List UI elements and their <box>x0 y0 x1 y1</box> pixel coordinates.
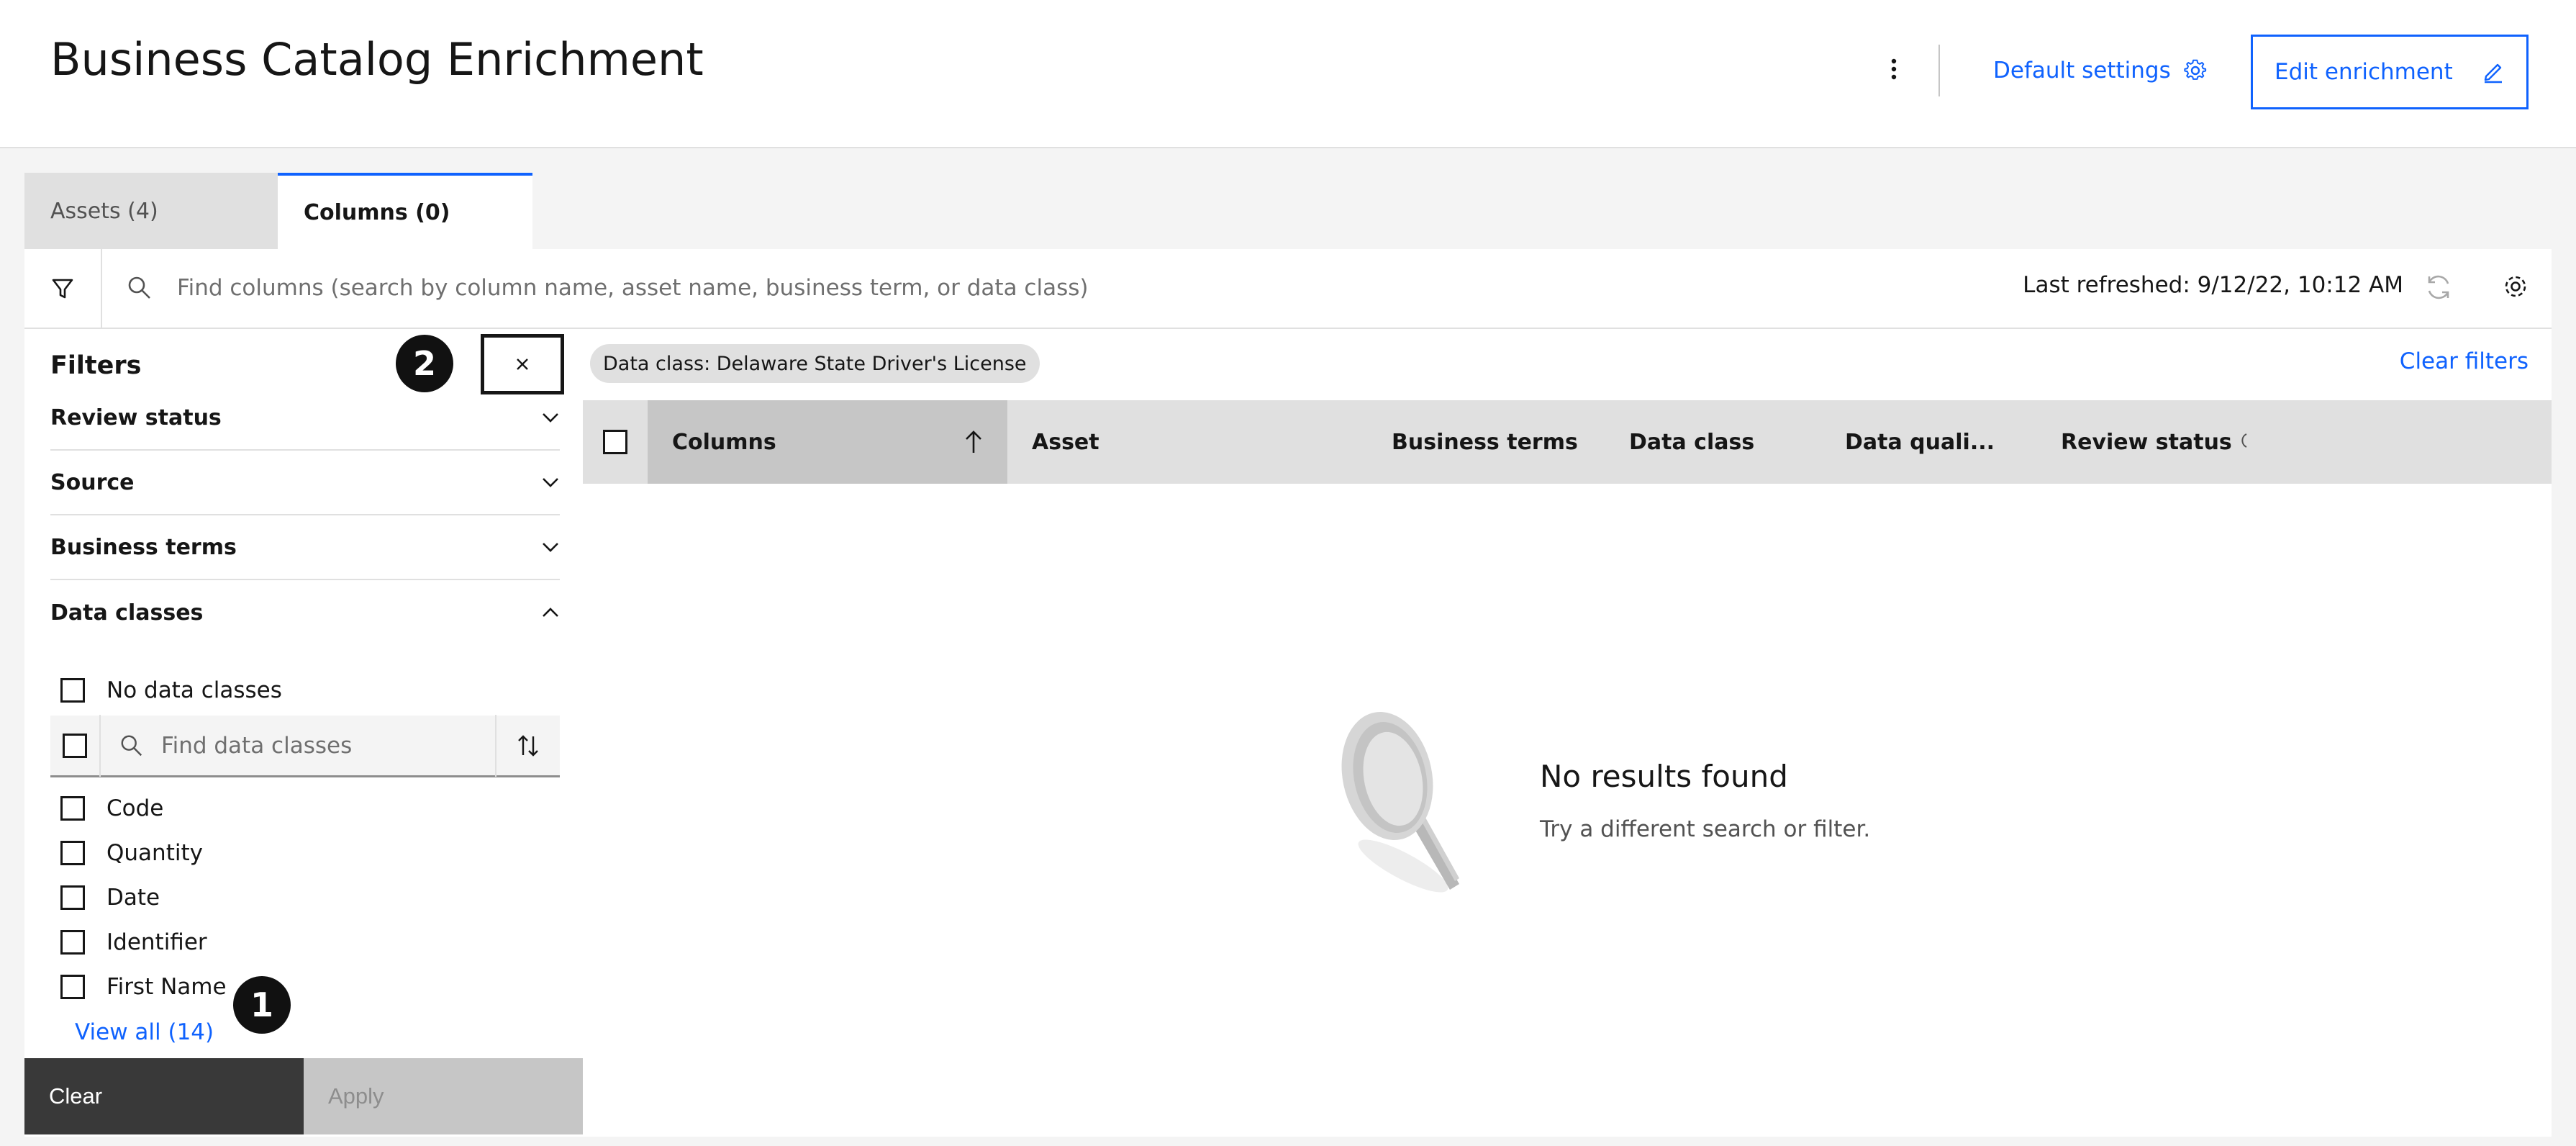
column-header-label: Columns <box>672 429 776 455</box>
info-icon <box>2241 433 2247 448</box>
column-search-input[interactable] <box>177 266 1472 310</box>
checkbox[interactable] <box>60 975 85 999</box>
magnifier-illustration <box>1331 711 1489 906</box>
edit-pencil-icon <box>2484 63 2502 84</box>
checkbox[interactable] <box>60 841 85 865</box>
accordion-source[interactable]: Source <box>50 451 560 515</box>
checkbox-label: Quantity <box>106 840 203 866</box>
search-icon <box>121 735 142 756</box>
default-settings-label: Default settings <box>1993 58 2171 84</box>
chevron-down-icon <box>543 478 558 487</box>
chevron-up-icon <box>543 608 558 617</box>
search-icon <box>127 275 153 301</box>
checkbox-label: First Name <box>106 974 227 1000</box>
callout-badge-2: 2 <box>396 335 453 392</box>
accordion-label: Business terms <box>50 534 237 560</box>
column-header-review-status[interactable]: Review status <box>2061 400 2249 484</box>
column-header-asset[interactable]: Asset <box>1032 400 1099 484</box>
checkbox-label: Date <box>106 885 160 911</box>
checkbox[interactable] <box>60 930 85 955</box>
checkbox-label: Code <box>106 795 164 821</box>
data-class-search-bar <box>50 714 560 777</box>
checkbox[interactable] <box>60 885 85 910</box>
sort-icon <box>518 734 538 757</box>
default-settings-link[interactable]: Default settings <box>1993 43 2207 98</box>
column-header-data-quality[interactable]: Data quali... <box>1845 400 1995 484</box>
column-header-columns[interactable]: Columns <box>648 400 1007 484</box>
column-header-business-terms[interactable]: Business terms <box>1392 400 1578 484</box>
data-class-option[interactable]: Quantity <box>60 831 203 875</box>
filter-funnel-icon <box>52 279 73 299</box>
close-icon <box>517 358 528 370</box>
checkbox-label: Identifier <box>106 929 207 955</box>
data-class-option[interactable]: Identifier <box>60 920 207 965</box>
last-refreshed-text: Last refreshed: 9/12/22, 10:12 AM <box>2023 272 2403 298</box>
empty-state-subtitle: Try a different search or filter. <box>1540 816 1871 842</box>
data-class-search-input[interactable] <box>161 732 495 759</box>
select-all-rows-checkbox[interactable] <box>603 430 627 454</box>
edit-enrichment-label: Edit enrichment <box>2275 59 2453 85</box>
data-class-option[interactable]: First Name <box>60 965 227 1009</box>
active-filter-tag[interactable]: Data class: Delaware State Driver's Lice… <box>590 344 1040 383</box>
no-data-classes-checkbox[interactable]: No data classes <box>60 668 282 713</box>
chevron-down-icon <box>543 543 558 552</box>
checkbox[interactable] <box>60 796 85 821</box>
accordion-label: Review status <box>50 405 222 430</box>
data-class-option[interactable]: Date <box>60 875 160 920</box>
toolbar-divider <box>24 328 2552 329</box>
overflow-menu-button[interactable] <box>1877 48 1911 91</box>
accordion-label: Source <box>50 469 135 495</box>
tab-columns[interactable]: Columns (0) <box>278 173 532 249</box>
select-all-rows-cell <box>583 400 648 484</box>
column-header-label: Review status <box>2061 429 2232 455</box>
page-title: Business Catalog Enrichment <box>50 33 704 86</box>
header-divider <box>1938 45 1940 96</box>
edit-enrichment-button[interactable]: Edit enrichment <box>2251 35 2529 109</box>
column-header-data-class[interactable]: Data class <box>1629 400 1754 484</box>
view-all-link[interactable]: View all (14) <box>75 1019 214 1045</box>
filters-title: Filters <box>50 351 142 380</box>
clear-filters-link[interactable]: Clear filters <box>2375 348 2529 374</box>
checkbox-label: No data classes <box>106 677 282 703</box>
sort-button[interactable] <box>495 714 560 777</box>
empty-state-title: No results found <box>1540 759 1788 794</box>
accordion-business-terms[interactable]: Business terms <box>50 515 560 580</box>
refresh-icon[interactable] <box>2423 272 2454 302</box>
tab-assets[interactable]: Assets (4) <box>24 173 278 249</box>
table-settings-button[interactable] <box>2503 274 2529 299</box>
data-class-option[interactable]: Code <box>60 786 163 831</box>
kebab-menu-icon <box>1891 58 1897 80</box>
gear-icon <box>2505 276 2526 297</box>
filter-toggle-button[interactable] <box>24 249 102 328</box>
callout-badge-1: 1 <box>233 976 291 1034</box>
select-all-checkbox[interactable] <box>63 733 87 758</box>
arrow-up-icon <box>966 430 981 453</box>
checkbox[interactable] <box>60 678 85 703</box>
accordion-data-classes[interactable]: Data classes <box>50 580 560 645</box>
apply-button[interactable]: Apply <box>304 1058 583 1134</box>
gear-icon <box>2184 59 2206 80</box>
clear-button[interactable]: Clear <box>24 1058 304 1134</box>
accordion-review-status[interactable]: Review status <box>50 386 560 451</box>
chevron-down-icon <box>543 413 558 423</box>
accordion-label: Data classes <box>50 600 204 626</box>
select-all-cell <box>50 714 101 777</box>
